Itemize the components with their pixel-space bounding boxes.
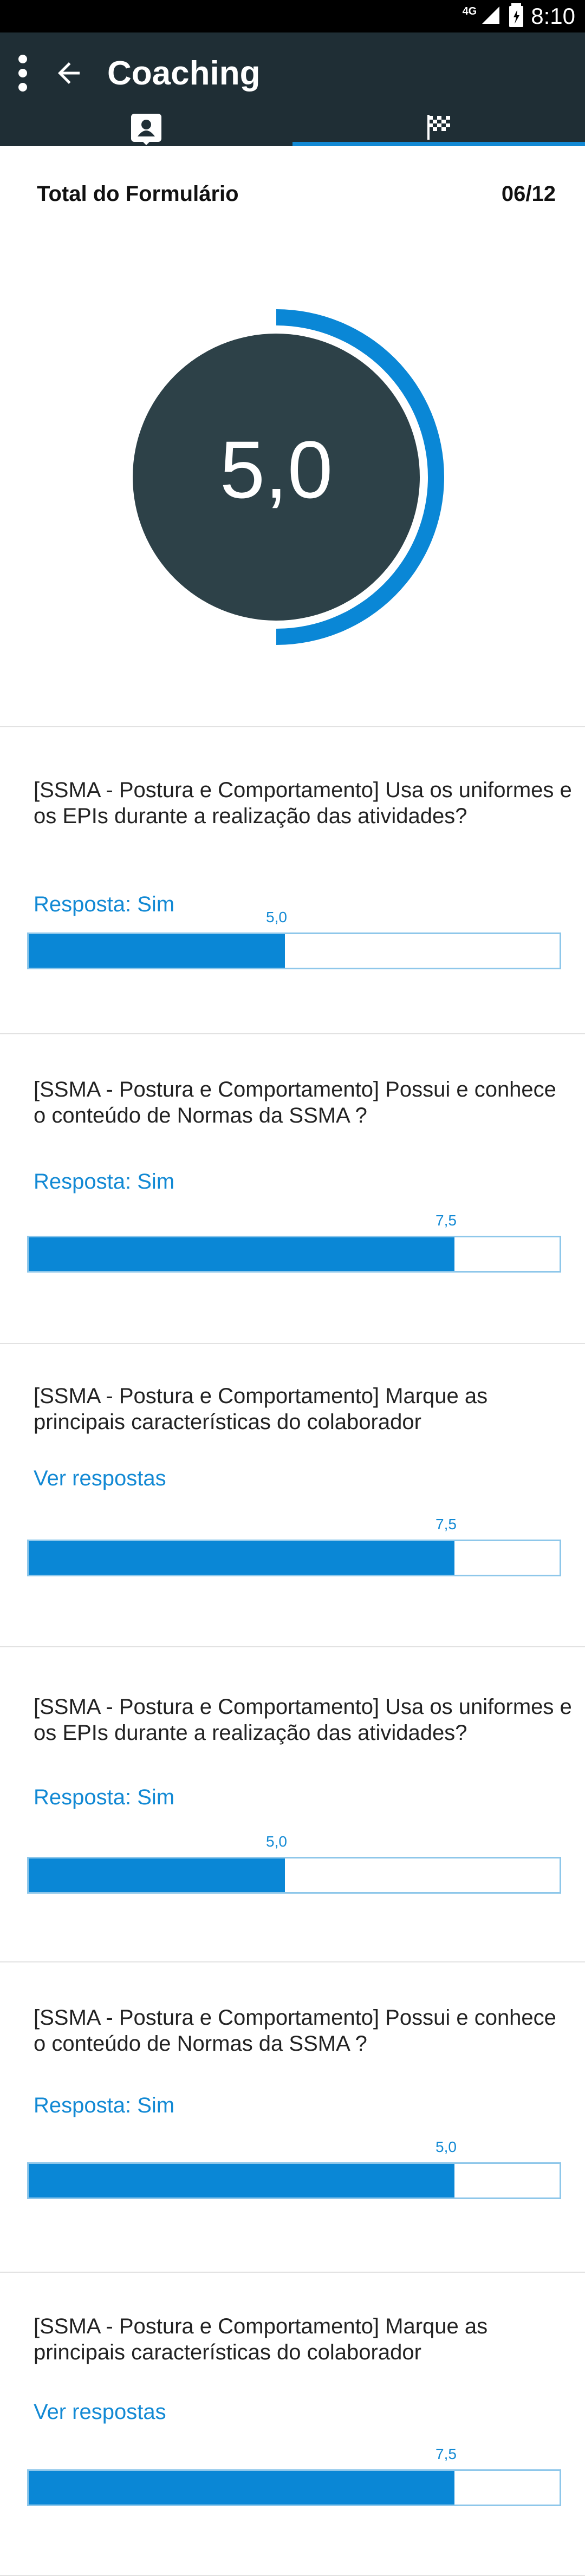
score-bar (27, 1540, 561, 1576)
page-title: Coaching (107, 54, 261, 92)
clock: 8:10 (531, 3, 575, 29)
score-bar-fill (29, 934, 285, 968)
score-label: 7,5 (435, 2445, 457, 2462)
question-text: [SSMA - Postura e Comportamento] Marque … (34, 2314, 488, 2364)
toolbar: Coaching (0, 32, 585, 114)
question-text: [SSMA - Postura e Comportamento] Marque … (34, 1384, 488, 1434)
contact-card-icon (131, 114, 161, 148)
summary-count: 06/12 (501, 182, 556, 206)
answer-link[interactable]: Resposta: Sim (34, 1785, 174, 1810)
status-bar: 4G 8:10 (0, 0, 585, 32)
score-gauge: 5,0 (133, 309, 444, 645)
form-summary: Total do Formulário 06/12 5,0 (0, 182, 585, 727)
answer-link[interactable]: Resposta: Sim (34, 892, 174, 917)
question-card: [SSMA - Postura e Comportamento] Usa os … (0, 741, 585, 1034)
score-bar-fill (29, 1858, 285, 1892)
overflow-menu-icon[interactable] (12, 55, 34, 92)
network-type: 4G (462, 5, 477, 17)
score-bar-fill (29, 2471, 454, 2505)
tab-profile[interactable] (0, 114, 292, 146)
score-label: 5,0 (266, 909, 287, 925)
question-card: [SSMA - Postura e Comportamento] Possui … (0, 1033, 585, 1344)
question-card: [SSMA - Postura e Comportamento] Marque … (0, 2272, 585, 2576)
score-bar-fill (29, 2164, 454, 2197)
score-bar (27, 2162, 561, 2199)
checkered-flag-icon (425, 114, 452, 144)
question-text: [SSMA - Postura e Comportamento] Usa os … (34, 1695, 572, 1745)
back-arrow-icon[interactable] (50, 54, 88, 92)
score-bar-fill (29, 1237, 454, 1271)
answer-link[interactable]: Resposta: Sim (34, 1170, 174, 1194)
score-value: 5,0 (220, 424, 333, 515)
answer-link[interactable]: Resposta: Sim (34, 2094, 174, 2118)
question-text: [SSMA - Postura e Comportamento] Usa os … (34, 778, 572, 828)
score-bar (27, 1236, 561, 1273)
score-label: 7,5 (435, 1516, 457, 1532)
summary-label: Total do Formulário (37, 182, 239, 206)
score-label: 5,0 (266, 1833, 287, 1850)
signal-icon (480, 4, 502, 29)
app-bar: Coaching (0, 32, 585, 146)
view-answers-link[interactable]: Ver respostas (34, 1466, 166, 1491)
question-text: [SSMA - Postura e Comportamento] Possui … (34, 2006, 556, 2056)
question-card: [SSMA - Postura e Comportamento] Marque … (0, 1343, 585, 1647)
question-card: [SSMA - Postura e Comportamento] Possui … (0, 1961, 585, 2273)
view-answers-link[interactable]: Ver respostas (34, 2400, 166, 2424)
score-bar (27, 1857, 561, 1894)
score-label: 5,0 (435, 2138, 457, 2155)
question-text: [SSMA - Postura e Comportamento] Possui … (34, 1078, 556, 1127)
score-bar (27, 2469, 561, 2506)
question-card: [SSMA - Postura e Comportamento] Usa os … (0, 1646, 585, 1962)
tab-bar (0, 114, 585, 146)
battery-icon (509, 3, 524, 30)
score-bar-fill (29, 1541, 454, 1575)
score-label: 7,5 (435, 1212, 457, 1229)
tab-results[interactable] (292, 114, 585, 146)
score-bar (27, 932, 561, 969)
